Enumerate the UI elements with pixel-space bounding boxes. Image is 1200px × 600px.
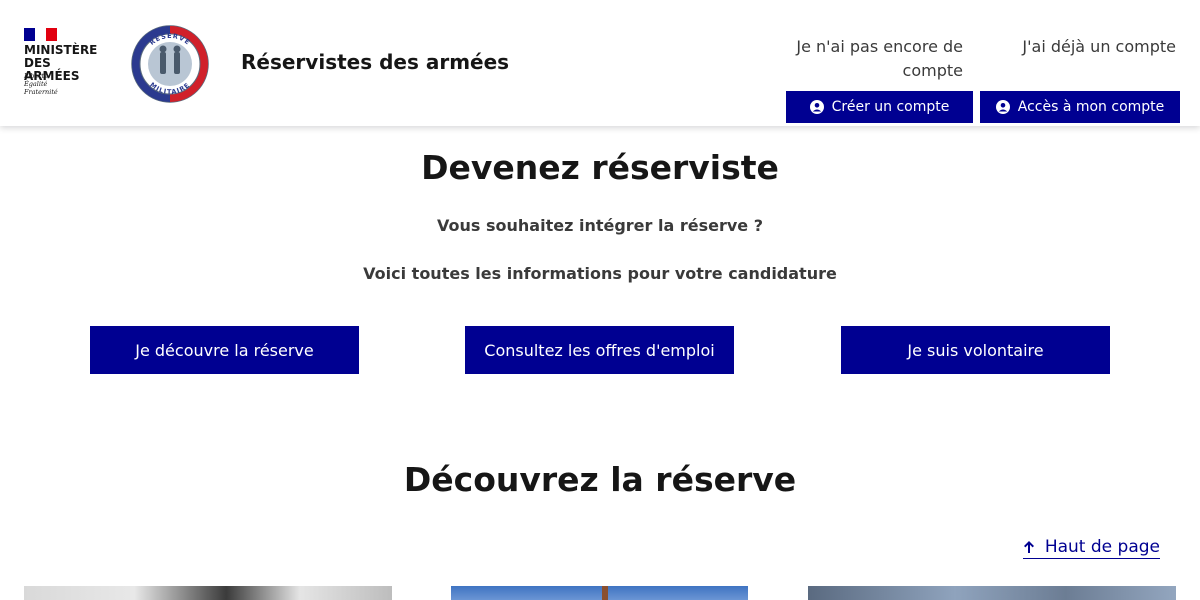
arrow-up-icon (1023, 541, 1034, 553)
reserve-militaire-logo[interactable]: RÉSERVE MILITAIRE (130, 24, 210, 104)
mast-shape (602, 586, 608, 600)
volunteer-button[interactable]: Je suis volontaire (841, 326, 1110, 374)
create-account-button[interactable]: Créer un compte (786, 91, 973, 123)
user-circle-icon (809, 100, 824, 114)
hero-subtitle-question: Vous souhaitez intégrer la réserve ? (437, 216, 763, 235)
back-to-top-link[interactable]: Haut de page (1022, 537, 1160, 559)
create-account-label: Créer un compte (831, 99, 950, 115)
has-account-text: J'ai déjà un compte (1022, 37, 1176, 56)
user-circle-icon (995, 100, 1010, 114)
card-image-soldier[interactable] (24, 586, 392, 600)
no-account-text: Je n'ai pas encore de compte (796, 37, 963, 80)
discover-reserve-button[interactable]: Je découvre la réserve (90, 326, 359, 374)
site-header: MINISTÈRE DES ARMÉES Liberté Égalité Fra… (0, 0, 1200, 126)
discover-section-title: Découvrez la réserve (403, 460, 797, 499)
ministry-logo[interactable]: MINISTÈRE DES ARMÉES Liberté Égalité Fra… (24, 28, 104, 100)
republic-flag-icon (24, 28, 57, 41)
card-image-ship[interactable] (808, 586, 1176, 600)
republic-motto: Liberté Égalité Fraternité (24, 72, 58, 96)
back-to-top-label: Haut de page (1044, 537, 1160, 557)
reserve-badge-icon: RÉSERVE MILITAIRE (131, 25, 209, 103)
access-account-label: Accès à mon compte (1017, 99, 1165, 115)
site-title[interactable]: Réservistes des armées (241, 50, 509, 74)
hero-subtitle-info: Voici toutes les informations pour votre… (363, 264, 837, 283)
card-image-sky[interactable] (451, 586, 748, 600)
job-offers-button[interactable]: Consultez les offres d'emploi (465, 326, 734, 374)
hero-title: Devenez réserviste (421, 148, 779, 187)
access-account-button[interactable]: Accès à mon compte (980, 91, 1180, 123)
